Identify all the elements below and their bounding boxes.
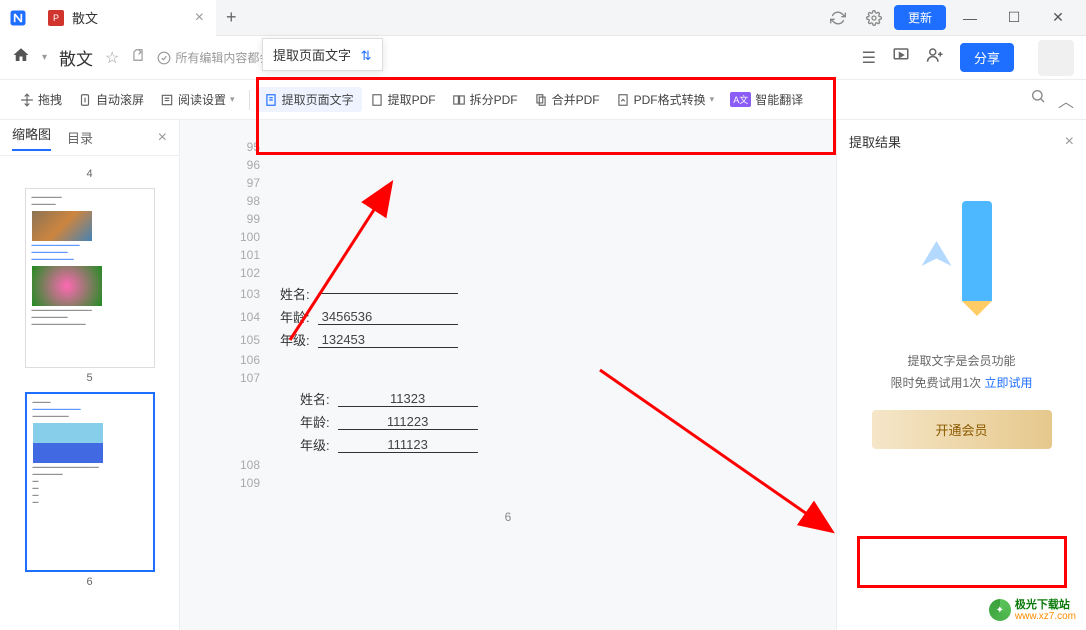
age-value: 3456536 <box>318 309 458 325</box>
merge-pdf-tool[interactable]: 合并PDF <box>526 87 608 112</box>
thumbnail-list[interactable]: 4 ━━━━━━━━━━━━━━━━━━ ━━━━━━━━━━━━━━━━ ━━… <box>0 156 179 630</box>
line-number: 102 <box>220 266 260 280</box>
extract-result-panel: 提取结果 × 提取文字是会员功能 限时免费试用1次 立即试用 开通会员 <box>836 120 1086 630</box>
autoscroll-tool[interactable]: 自动滚屏 <box>70 87 152 112</box>
sub-age-label: 年龄: <box>300 412 330 431</box>
sidebar-header: 缩略图 目录 × <box>0 120 179 156</box>
grade-value: 132453 <box>318 332 458 348</box>
present-icon[interactable] <box>892 46 910 69</box>
line-number: 97 <box>220 176 260 190</box>
annotation-red-box-vip <box>857 536 1067 588</box>
home-icon[interactable] <box>12 46 30 69</box>
new-tab-button[interactable]: + <box>216 7 247 28</box>
line-number: 105 <box>220 333 260 347</box>
add-user-icon[interactable] <box>926 46 944 69</box>
star-icon[interactable]: ☆ <box>105 48 119 68</box>
extract-text-tool[interactable]: 提取页面文字 <box>256 87 362 112</box>
update-button[interactable]: 更新 <box>894 5 946 30</box>
menu-icon[interactable]: ☰ <box>862 48 876 68</box>
document-header: ▾ 散文 ☆ 所有编辑内容都会自动保存到云端 ☰ 分享 <box>0 36 1086 80</box>
vip-message: 提取文字是会员功能 限时免费试用1次 立即试用 <box>849 351 1074 394</box>
watermark-logo-icon: ✦ <box>989 599 1011 621</box>
name-value <box>318 293 458 294</box>
document-title: 散文 <box>59 45 93 70</box>
export-icon[interactable] <box>131 48 145 67</box>
document-content[interactable]: 95 96 97 98 99 100 101 102 103 姓名: 104 年… <box>180 120 836 630</box>
try-now-link[interactable]: 立即试用 <box>985 376 1033 390</box>
line-number: 98 <box>220 194 260 208</box>
line-number: 106 <box>220 353 260 367</box>
dropdown-expand-icon[interactable]: ⇅ <box>361 48 372 63</box>
titlebar: P 散文 × + 更新 — ☐ ✕ <box>0 0 1086 36</box>
read-settings-tool[interactable]: 阅读设置▾ <box>152 87 243 112</box>
sub-name-label: 姓名: <box>300 389 330 408</box>
line-number: 104 <box>220 310 260 324</box>
line-number: 99 <box>220 212 260 226</box>
maximize-button[interactable]: ☐ <box>994 0 1034 36</box>
catalog-tab[interactable]: 目录 <box>67 128 93 147</box>
grade-label: 年级: <box>280 330 310 349</box>
line-number: 96 <box>220 158 260 172</box>
thumb-page-number: 6 <box>25 576 155 588</box>
thumb-page-number: 4 <box>8 168 171 180</box>
smart-translate-tool[interactable]: A文智能翻译 <box>722 87 811 112</box>
sidebar-close-icon[interactable]: × <box>158 129 167 147</box>
pdf-icon: P <box>48 10 64 26</box>
drag-tool[interactable]: 拖拽 <box>12 87 70 112</box>
name-label: 姓名: <box>280 284 310 303</box>
search-icon[interactable] <box>1030 88 1046 112</box>
thumbnail-sidebar: 缩略图 目录 × 4 ━━━━━━━━━━━━━━━━━━ ━━━━━━━━━━… <box>0 120 180 630</box>
line-number: 103 <box>220 287 260 301</box>
close-icon[interactable]: × <box>195 9 204 27</box>
collapse-icon[interactable]: ︿ <box>1058 88 1074 112</box>
illustration <box>912 181 1012 321</box>
page-number: 6 <box>220 510 796 524</box>
thumb-page-number: 5 <box>25 372 155 384</box>
document-tab[interactable]: P 散文 × <box>36 0 216 36</box>
line-number: 101 <box>220 248 260 262</box>
close-button[interactable]: ✕ <box>1038 0 1078 36</box>
split-pdf-tool[interactable]: 拆分PDF <box>444 87 526 112</box>
share-button[interactable]: 分享 <box>960 43 1014 72</box>
gear-icon[interactable] <box>858 2 890 34</box>
sub-name-value: 11323 <box>338 391 478 407</box>
thumbnail-page-6[interactable]: ━━━━━━━━━━━━━━━━━━━━━━ ━━━━━━━━━━━━ ━━━━… <box>25 392 155 588</box>
line-number: 109 <box>220 476 260 490</box>
refresh-icon[interactable] <box>822 2 854 34</box>
panel-title: 提取结果 <box>849 132 901 151</box>
line-number: 100 <box>220 230 260 244</box>
pdf-toolbar: 拖拽 自动滚屏 阅读设置▾ 提取页面文字 提取PDF 拆分PDF 合并PDF P… <box>0 80 1086 120</box>
watermark: ✦ 极光下载站 www.xz7.com <box>989 599 1076 622</box>
thumbnails-tab[interactable]: 缩略图 <box>12 124 51 151</box>
age-label: 年龄: <box>280 307 310 326</box>
line-number: 95 <box>220 140 260 154</box>
minimize-button[interactable]: — <box>950 0 990 36</box>
panel-close-icon[interactable]: × <box>1065 133 1074 151</box>
sub-grade-value: 111123 <box>338 437 478 453</box>
thumbnail-page-5[interactable]: ━━━━━━━━━━━━━━━━━━ ━━━━━━━━━━━━━━━━ ━━━━… <box>25 188 155 384</box>
convert-pdf-tool[interactable]: PDF格式转换▾ <box>608 87 723 112</box>
dropdown-icon[interactable]: ▾ <box>42 52 47 63</box>
line-number: 107 <box>220 371 260 385</box>
sub-grade-label: 年级: <box>300 435 330 454</box>
line-number: 108 <box>220 458 260 472</box>
open-vip-button[interactable]: 开通会员 <box>872 410 1052 449</box>
tab-title: 散文 <box>72 8 187 27</box>
extract-pdf-tool[interactable]: 提取PDF <box>362 87 444 112</box>
sub-age-value: 111223 <box>338 414 478 430</box>
extract-dropdown[interactable]: 提取页面文字 ⇅ <box>262 38 383 71</box>
app-logo-icon <box>0 0 36 36</box>
main-area: 缩略图 目录 × 4 ━━━━━━━━━━━━━━━━━━ ━━━━━━━━━━… <box>0 120 1086 630</box>
avatar[interactable] <box>1038 40 1074 76</box>
